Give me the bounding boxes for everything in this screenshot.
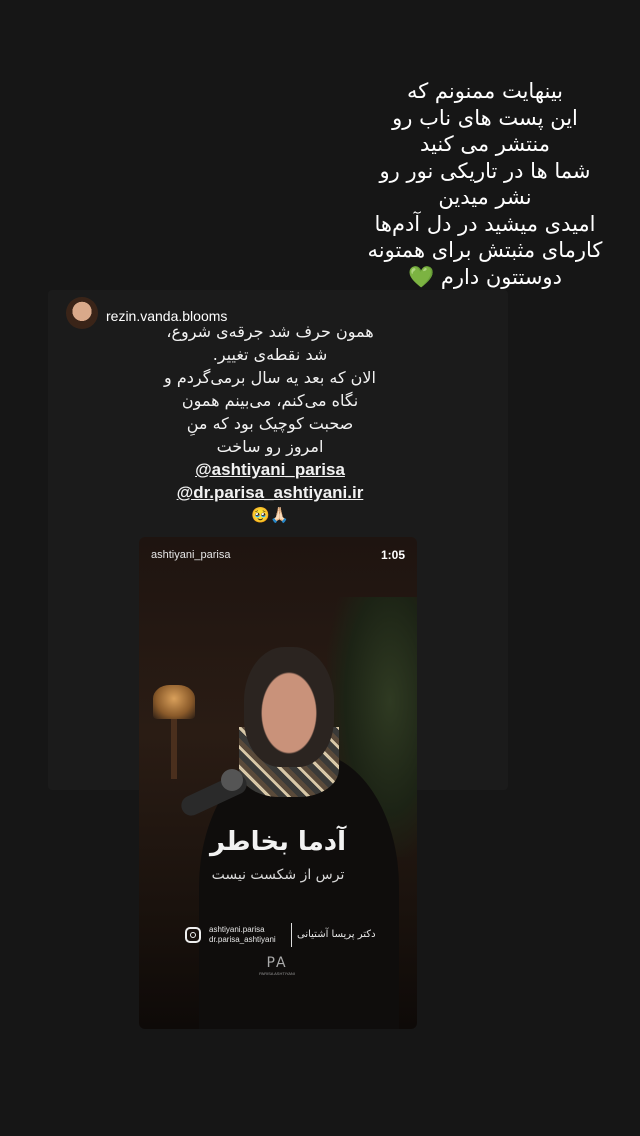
mention-link[interactable]: @dr.parisa_ashtiyani.ir — [150, 481, 390, 504]
video-overlay-subtitle: ترس از شکست نیست — [211, 867, 345, 883]
credit-handles: ashtiyani.parisa dr.parisa_ashtiyani — [209, 925, 276, 945]
mention-link[interactable]: @ashtiyani_parisa — [150, 458, 390, 481]
story-text-line: کارمای مثبتش برای همتونه — [367, 238, 603, 262]
story-text-line: این پست های ناب رو — [392, 105, 578, 130]
lamp-stand — [171, 719, 177, 779]
brand-glyph: PA — [266, 955, 288, 971]
credit-handle: ashtiyani.parisa — [209, 925, 265, 934]
story-text-line: منتشر می کنید — [419, 132, 551, 156]
credit-handle: dr.parisa_ashtiyani — [209, 935, 276, 944]
caption-line: همون حرف شد جرقه‌ی شروع، — [166, 322, 374, 341]
credit-divider — [291, 923, 292, 947]
brand-text: PARISA ASHTIYANI — [259, 971, 295, 976]
caption-emojis: 🙏🏻🥹 — [251, 506, 289, 524]
video-duration: 1:05 — [380, 548, 405, 562]
story-text-line: شما ها در تاریکی نور رو — [379, 158, 591, 183]
brand-logo: PA PARISA ASHTIYANI — [259, 955, 295, 977]
caption-line: امروز رو ساخت — [216, 437, 324, 456]
caption-line: نگاه می‌کنم، می‌بینم همون — [181, 391, 359, 410]
caption-line: الان که بعد یه سال برمی‌گردم و — [164, 368, 376, 387]
credit-name: دکتر پریسا آشتیانی — [297, 929, 376, 940]
story-text-block: بینهایت ممنونم که این پست های ناب رو منت… — [340, 78, 630, 290]
avatar[interactable] — [66, 297, 98, 329]
instagram-icon — [185, 927, 201, 943]
video-credits: ashtiyani.parisa dr.parisa_ashtiyani دکت… — [185, 923, 385, 951]
video-thumbnail[interactable]: ashtiyani_parisa 1:05 آدما بخاطر ترس از … — [139, 537, 417, 1029]
story-text-line: نشر میدین — [438, 185, 532, 209]
caption-line: شد نقطه‌ی تغییر. — [212, 345, 328, 364]
lamp — [153, 685, 195, 719]
story-text-line: دوستتون دارم 💚 — [408, 264, 562, 289]
caption-line: صحبت کوچیک بود که منِ — [186, 414, 354, 433]
speaker-head — [244, 647, 334, 767]
video-overlay-title: آدما بخاطر — [209, 827, 347, 857]
microphone-icon — [221, 769, 243, 791]
post-caption: همون حرف شد جرقه‌ی شروع، شد نقطه‌ی تغییر… — [150, 320, 390, 527]
video-owner[interactable]: ashtiyani_parisa — [151, 549, 231, 561]
story-text-line: بینهایت ممنونم که — [406, 79, 564, 103]
story-text-line: امیدی میشید در دل آدم‌ها — [374, 211, 596, 236]
